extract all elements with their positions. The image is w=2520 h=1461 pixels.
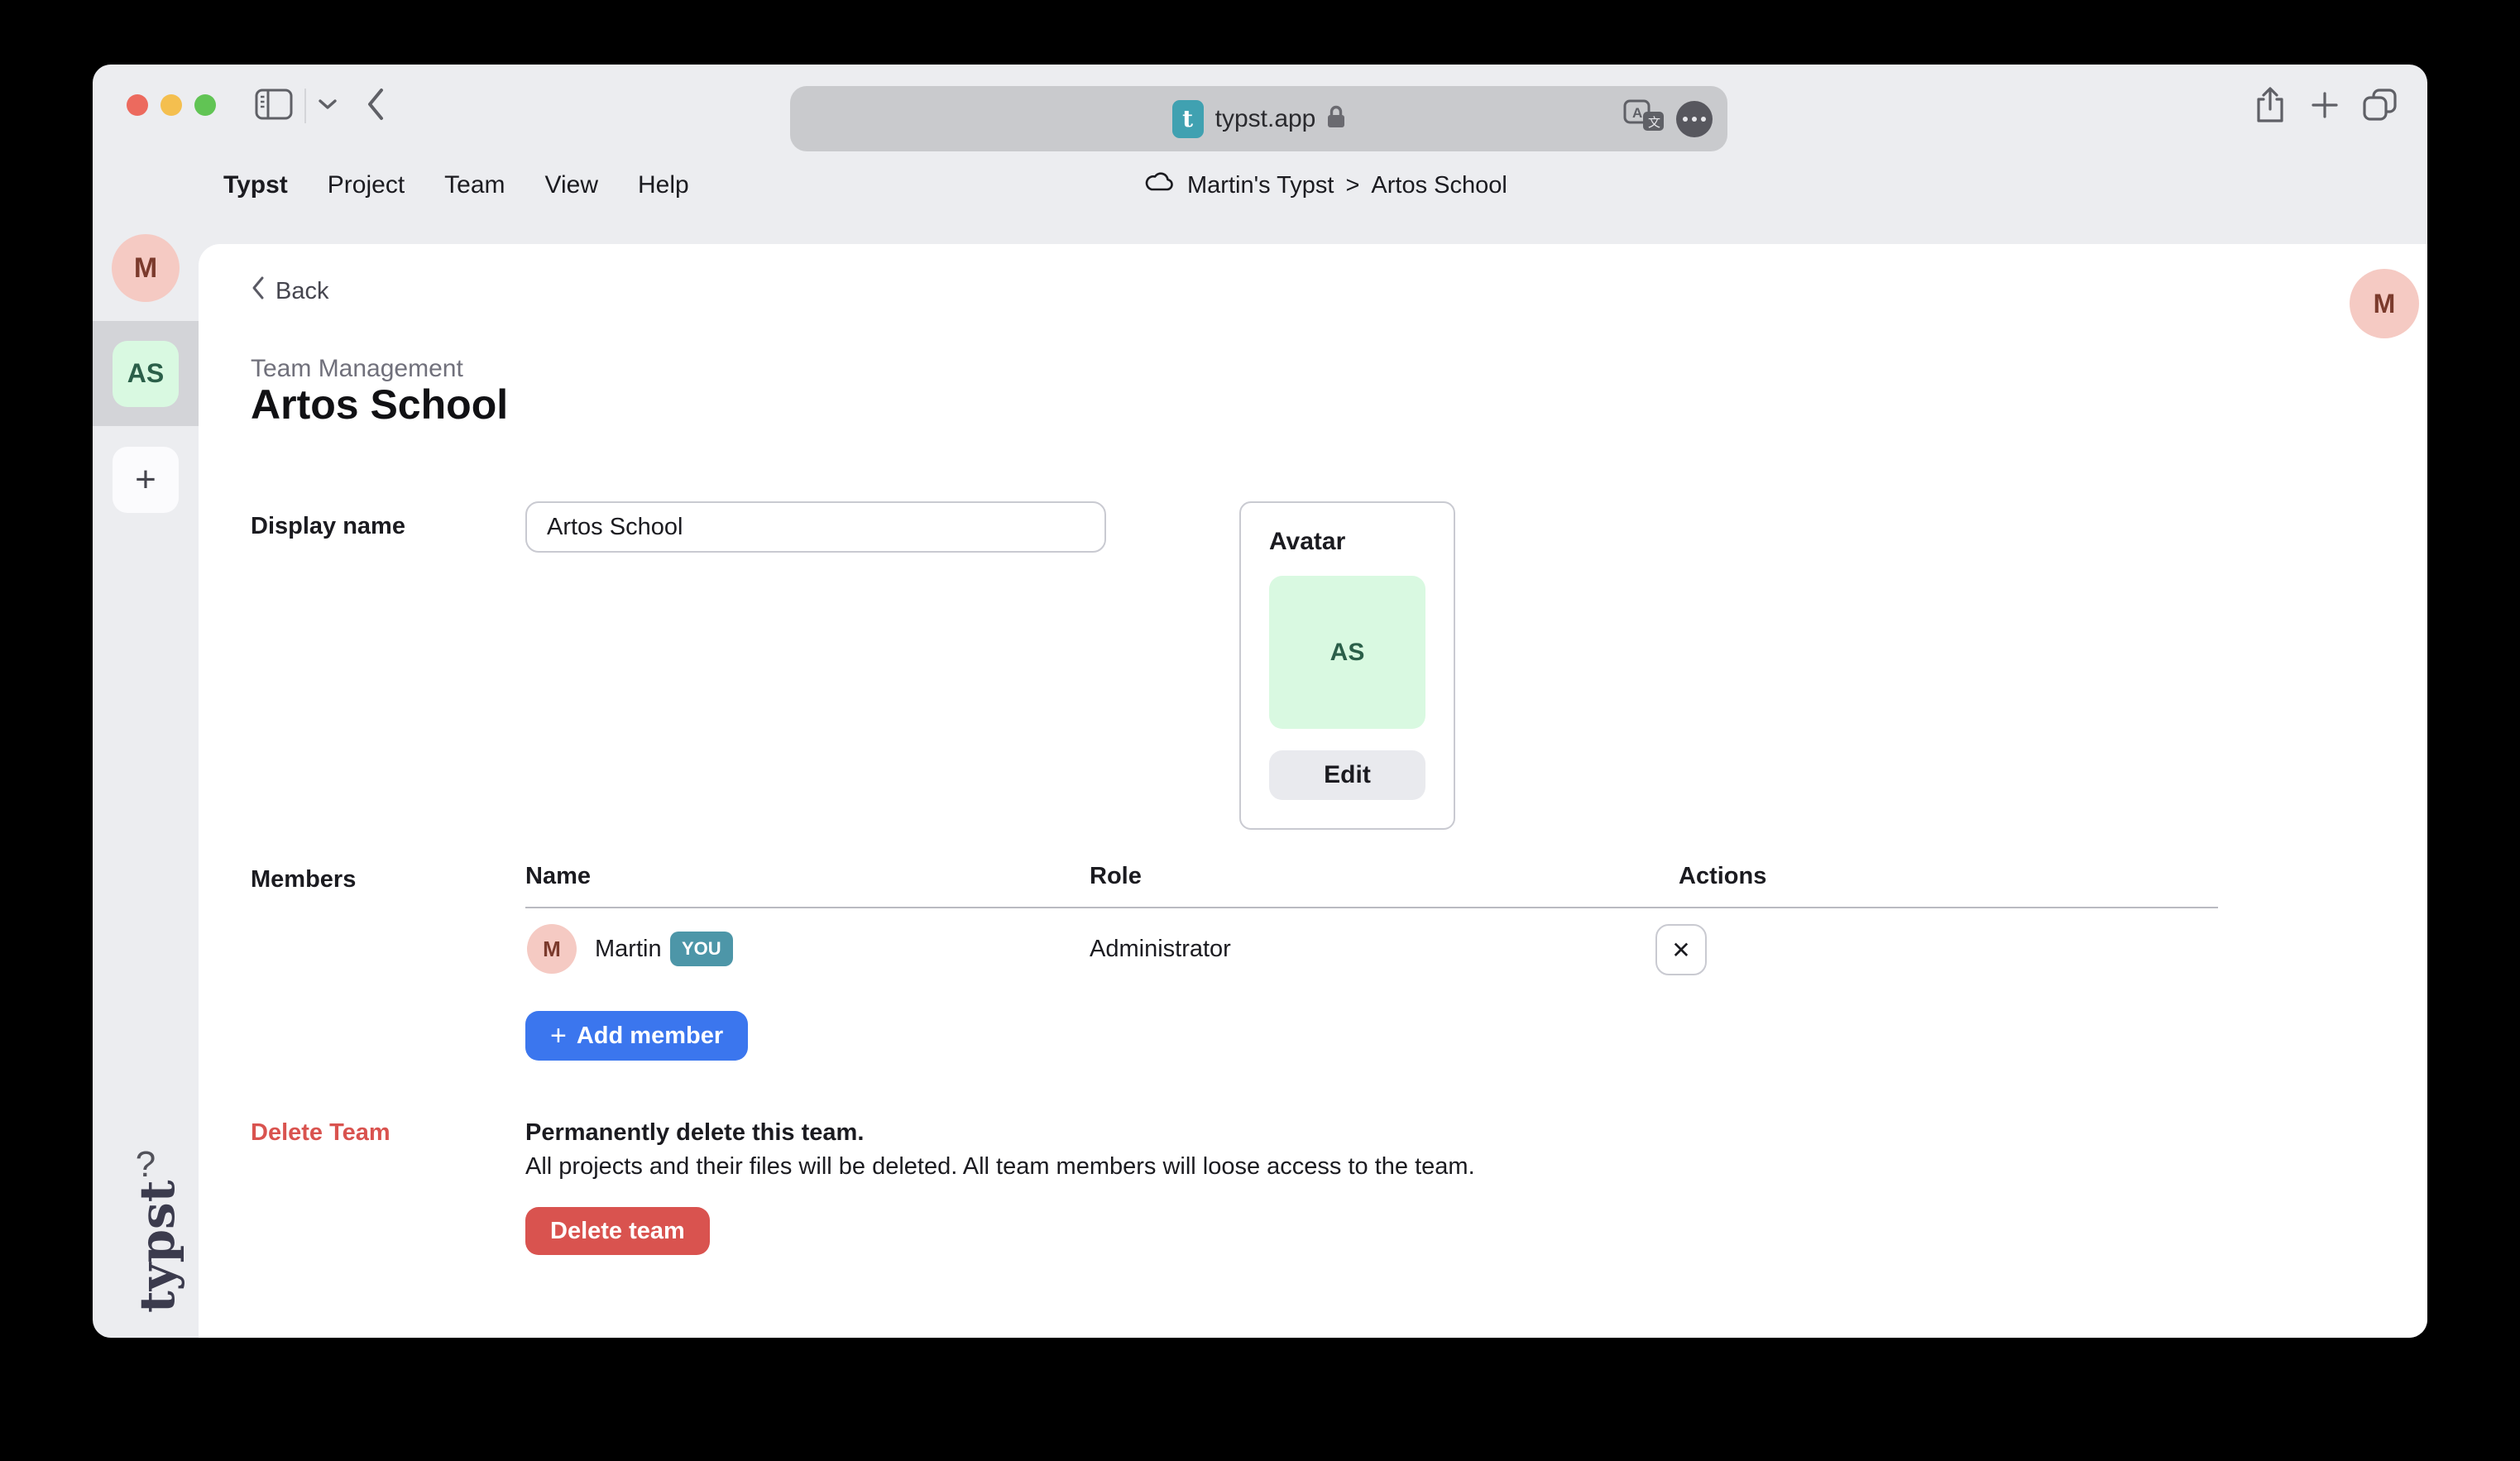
minimize-window-button[interactable]	[160, 94, 182, 116]
address-bar[interactable]: t typst.app A	[790, 86, 1727, 151]
svg-text:文: 文	[1648, 116, 1660, 130]
chevron-down-icon[interactable]	[318, 98, 338, 115]
share-icon[interactable]	[2252, 86, 2288, 128]
close-window-button[interactable]	[127, 94, 148, 116]
cloud-icon	[1144, 171, 1176, 199]
team-sidebar: M AS + ? typst	[93, 244, 199, 1338]
dot	[1683, 117, 1688, 122]
url-text: typst.app	[1215, 105, 1316, 133]
display-name-input[interactable]	[525, 501, 1106, 553]
traffic-lights	[127, 94, 216, 116]
chevron-left-icon	[251, 275, 266, 307]
dot	[1701, 117, 1706, 122]
sidebar-toggle-icon[interactable]	[255, 89, 293, 124]
column-header-name: Name	[525, 863, 591, 890]
members-label: Members	[251, 866, 356, 893]
delete-team-description: All projects and their files will be del…	[525, 1153, 1475, 1181]
you-badge: YOU	[670, 932, 733, 966]
app-menubar: Typst Project Team View Help	[223, 156, 689, 215]
menu-project[interactable]: Project	[328, 171, 405, 199]
remove-member-button[interactable]: ✕	[1655, 924, 1707, 975]
team-avatar-preview: AS	[1269, 576, 1425, 729]
member-name: Martin	[595, 936, 662, 963]
back-link[interactable]: Back	[251, 275, 328, 307]
svg-text:A: A	[1632, 105, 1642, 121]
lock-icon	[1327, 104, 1345, 133]
address-bar-center: t typst.app	[790, 86, 1727, 151]
member-role: Administrator	[1090, 936, 1231, 963]
site-favicon: t	[1172, 100, 1204, 138]
avatar-card: Avatar AS Edit	[1239, 501, 1455, 830]
display-name-label: Display name	[251, 513, 405, 540]
titlebar-right-buttons	[2252, 86, 2399, 128]
breadcrumb-page[interactable]: Artos School	[1371, 172, 1507, 199]
titlebar-divider	[304, 89, 306, 123]
user-avatar[interactable]: M	[2350, 269, 2419, 338]
breadcrumb: Martin's Typst > Artos School	[1144, 156, 1507, 215]
more-options-icon[interactable]	[1676, 101, 1713, 137]
address-bar-icons: A 文	[1623, 86, 1713, 151]
sidebar-item-selected[interactable]: AS	[93, 321, 199, 426]
desktop-background: t typst.app A	[0, 0, 2520, 1461]
translate-icon[interactable]: A 文	[1623, 99, 1666, 138]
page-title: Artos School	[251, 380, 508, 429]
breadcrumb-workspace[interactable]: Martin's Typst	[1187, 172, 1334, 199]
delete-team-label: Delete Team	[251, 1119, 390, 1147]
back-label: Back	[275, 278, 328, 305]
zoom-window-button[interactable]	[194, 94, 216, 116]
delete-team-heading: Permanently delete this team.	[525, 1119, 864, 1147]
table-header-divider	[525, 907, 2218, 908]
edit-avatar-button[interactable]: Edit	[1269, 750, 1425, 800]
menu-view[interactable]: View	[545, 171, 598, 199]
typst-logo: typst	[129, 1181, 185, 1314]
member-avatar: M	[527, 924, 577, 974]
column-header-actions: Actions	[1679, 863, 1766, 890]
add-member-button[interactable]: + Add member	[525, 1011, 748, 1061]
column-header-role: Role	[1090, 863, 1142, 890]
tab-overview-icon[interactable]	[2361, 88, 2399, 127]
add-member-label: Add member	[577, 1023, 723, 1050]
window-body: M AS + ? typst Back Team Managem	[93, 244, 2427, 1338]
browser-back-icon[interactable]	[366, 87, 386, 126]
sidebar-team-avatar[interactable]: AS	[113, 341, 179, 407]
add-team-button[interactable]: +	[113, 447, 179, 513]
menu-typst[interactable]: Typst	[223, 171, 288, 199]
sidebar-user-avatar[interactable]: M	[112, 234, 180, 302]
delete-team-button[interactable]: Delete team	[525, 1207, 710, 1255]
breadcrumb-separator: >	[1345, 172, 1359, 199]
new-tab-icon[interactable]	[2308, 89, 2341, 126]
titlebar-nav-group	[255, 83, 386, 129]
browser-window: t typst.app A	[93, 65, 2427, 1338]
section-label: Team Management	[251, 355, 463, 383]
plus-icon: +	[550, 1023, 567, 1048]
avatar-card-title: Avatar	[1269, 528, 1425, 556]
team-management-page: Back Team Management Artos School Displa…	[199, 244, 2427, 1338]
browser-titlebar: t typst.app A	[93, 65, 2427, 147]
dot	[1692, 117, 1697, 122]
menu-help[interactable]: Help	[638, 171, 689, 199]
menu-team[interactable]: Team	[444, 171, 505, 199]
